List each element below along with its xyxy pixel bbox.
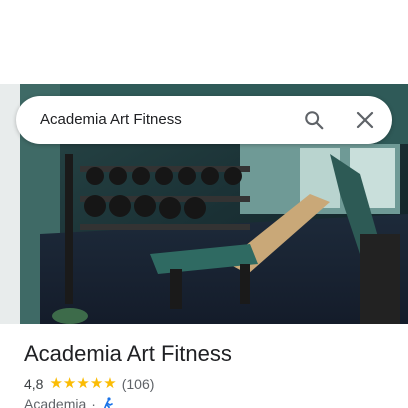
- place-page: Academia Art Fitness Academia Art Fitnes…: [0, 0, 408, 408]
- place-category: Academia: [24, 396, 87, 408]
- search-icon[interactable]: [298, 104, 330, 136]
- review-count[interactable]: (106): [122, 376, 155, 392]
- search-bar[interactable]: Academia Art Fitness: [16, 96, 392, 144]
- place-info: Academia Art Fitness: [24, 340, 392, 368]
- star-icon: ★: [62, 375, 77, 392]
- star-icon: ★: [76, 375, 90, 392]
- rating-stars: ★ ★ ★ ★ ★: [49, 376, 116, 392]
- star-icon: ★: [89, 375, 104, 392]
- star-icon: ★: [103, 375, 117, 392]
- rating-row[interactable]: 4,8 ★ ★ ★ ★ ★ (106): [24, 376, 155, 393]
- category-row: Academia ·: [24, 396, 115, 408]
- place-title: Academia Art Fitness: [24, 341, 232, 366]
- close-icon[interactable]: [349, 104, 381, 136]
- search-query-text[interactable]: Academia Art Fitness: [40, 96, 182, 144]
- separator: ·: [91, 396, 96, 408]
- walking-icon: [101, 397, 115, 408]
- star-icon: ★: [49, 375, 63, 392]
- rating-value: 4,8: [24, 376, 44, 392]
